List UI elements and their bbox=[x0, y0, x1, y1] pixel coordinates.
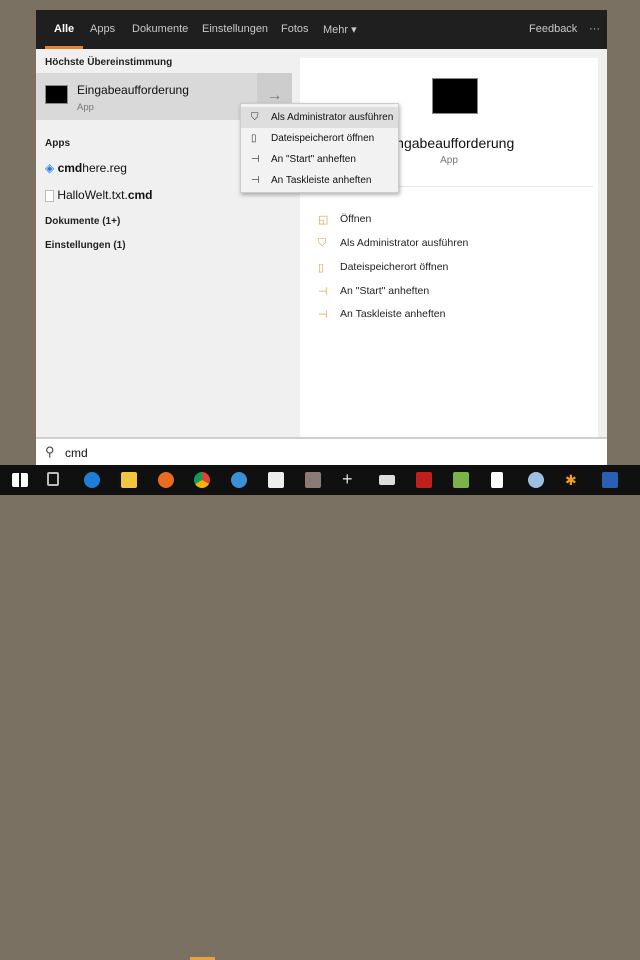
cmd-large-icon bbox=[432, 78, 478, 114]
thunderbird-icon[interactable] bbox=[231, 472, 247, 488]
best-match-subtitle: App bbox=[77, 102, 94, 113]
documents-header[interactable]: Dokumente (1+) bbox=[45, 216, 120, 227]
menu-item-pin-taskbar[interactable]: ⊣ An Taskleiste anheften bbox=[241, 170, 398, 191]
app-icon[interactable] bbox=[379, 475, 395, 485]
app-icon[interactable]: ✱ bbox=[565, 472, 581, 488]
menu-item-run-as-admin[interactable]: ⛉ Als Administrator ausführen bbox=[241, 107, 398, 128]
pin-icon: ⊣ bbox=[318, 309, 328, 321]
app-icon[interactable] bbox=[305, 472, 321, 488]
cmd-icon bbox=[45, 85, 68, 104]
admin-shield-icon: ⛉ bbox=[318, 237, 327, 249]
search-window: Alle Apps Dokumente Einstellungen Fotos … bbox=[36, 10, 607, 465]
tab-alle[interactable]: Alle bbox=[44, 23, 84, 49]
app-icon[interactable] bbox=[416, 472, 432, 488]
action-pin-taskbar[interactable]: An Taskleiste anheften bbox=[340, 308, 445, 320]
action-open-location[interactable]: Dateispeicherort öffnen bbox=[340, 261, 448, 273]
admin-shield-icon: ⛉ bbox=[251, 112, 259, 123]
more-options-button[interactable]: ··· bbox=[589, 23, 600, 35]
pin-icon: ⊣ bbox=[251, 175, 260, 186]
search-input[interactable]: cmd bbox=[65, 446, 88, 460]
tab-apps[interactable]: Apps bbox=[90, 23, 115, 35]
search-box[interactable]: ⚲ cmd bbox=[36, 437, 607, 465]
apps-header: Apps bbox=[45, 138, 70, 149]
search-icon: ⚲ bbox=[45, 444, 55, 459]
menu-label: An Taskleiste anheften bbox=[271, 175, 372, 186]
plus-icon[interactable]: + bbox=[342, 470, 358, 488]
item-name: here.reg bbox=[82, 161, 127, 175]
notepad-icon[interactable] bbox=[491, 472, 503, 488]
item-name-bold: cmd bbox=[127, 188, 153, 202]
edge-icon[interactable] bbox=[84, 472, 100, 488]
best-match-header: Höchste Übereinstimmung bbox=[45, 57, 173, 68]
task-view-icon[interactable] bbox=[47, 472, 59, 486]
search-header: Alle Apps Dokumente Einstellungen Fotos … bbox=[36, 10, 607, 49]
list-item[interactable]: ◈ cmdhere.reg bbox=[45, 161, 127, 175]
context-menu: ⛉ Als Administrator ausführen ▯ Dateispeic… bbox=[240, 103, 399, 193]
start-icon[interactable] bbox=[12, 473, 28, 487]
best-match-title: Eingabeaufforderung bbox=[77, 83, 189, 97]
menu-label: Dateispeicherort öffnen bbox=[271, 133, 375, 144]
taskbar: + ✱ bbox=[0, 465, 640, 960]
reg-file-icon: ◈ bbox=[45, 161, 55, 175]
item-name: HalloWelt.txt. bbox=[57, 188, 128, 202]
action-pin-start[interactable]: An "Start" anheften bbox=[340, 285, 429, 297]
menu-item-open-location[interactable]: ▯ Dateispeicherort öffnen bbox=[241, 128, 398, 149]
pin-icon: ⊣ bbox=[318, 286, 328, 298]
item-name-bold: cmd bbox=[57, 161, 83, 175]
tab-einstellungen[interactable]: Einstellungen bbox=[202, 23, 268, 35]
paint-icon[interactable] bbox=[528, 472, 544, 488]
chrome-icon[interactable] bbox=[194, 472, 210, 488]
feedback-link[interactable]: Feedback bbox=[529, 23, 577, 35]
menu-label: Als Administrator ausführen bbox=[271, 112, 394, 123]
file-icon bbox=[45, 189, 54, 202]
tab-dokumente[interactable]: Dokumente bbox=[132, 23, 188, 35]
mail-icon[interactable] bbox=[268, 472, 284, 488]
word-icon[interactable] bbox=[602, 472, 618, 488]
menu-label: An "Start" anheften bbox=[271, 154, 356, 165]
tab-fotos[interactable]: Fotos bbox=[281, 23, 309, 35]
best-match-item[interactable]: Eingabeaufforderung App bbox=[36, 73, 257, 120]
folder-icon: ▯ bbox=[251, 133, 257, 144]
action-open[interactable]: Öffnen bbox=[340, 213, 371, 225]
settings-header[interactable]: Einstellungen (1) bbox=[45, 240, 126, 251]
menu-item-pin-start[interactable]: ⊣ An "Start" anheften bbox=[241, 149, 398, 170]
folder-icon: ▯ bbox=[318, 262, 325, 274]
tab-mehr[interactable]: Mehr ▾ bbox=[323, 23, 357, 36]
list-item[interactable]: HalloWelt.txt.cmd bbox=[45, 188, 153, 202]
app-icon[interactable] bbox=[453, 472, 469, 488]
open-icon: ◱ bbox=[318, 214, 329, 226]
pin-icon: ⊣ bbox=[251, 154, 260, 165]
firefox-icon[interactable] bbox=[158, 472, 174, 488]
explorer-icon[interactable] bbox=[121, 472, 137, 488]
action-run-as-admin[interactable]: Als Administrator ausführen bbox=[340, 237, 468, 249]
